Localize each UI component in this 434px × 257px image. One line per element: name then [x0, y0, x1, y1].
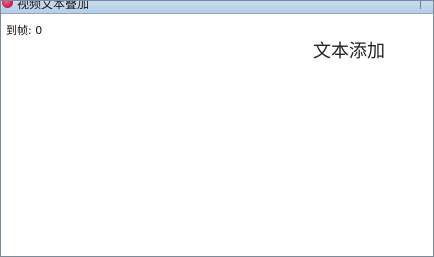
app-window: 视频文本叠加 到帧: 0 文本添加: [0, 0, 434, 257]
overlay-text[interactable]: 文本添加: [313, 37, 385, 63]
window-title: 视频文本叠加: [17, 1, 90, 11]
app-icon[interactable]: [2, 1, 13, 8]
control-divider: [420, 1, 421, 9]
frame-counter: 到帧: 0: [6, 24, 43, 37]
title-bar[interactable]: 视频文本叠加: [1, 1, 433, 14]
